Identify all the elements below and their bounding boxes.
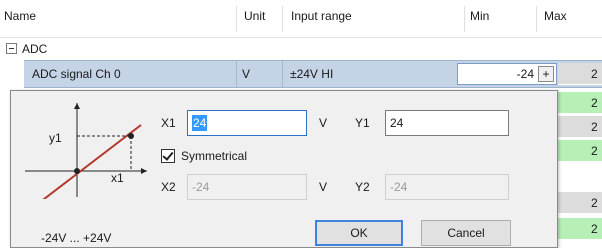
column-header-min[interactable]: Min	[466, 0, 489, 38]
x2-label: X2	[161, 180, 176, 194]
x1-label: X1	[161, 116, 176, 130]
column-divider[interactable]	[236, 6, 237, 32]
collapse-toggle-icon[interactable]	[6, 43, 17, 54]
ok-button[interactable]: OK	[315, 220, 403, 246]
max-cell[interactable]: 2	[558, 92, 602, 114]
min-value-text: -24	[516, 67, 534, 81]
y2-label: Y2	[355, 180, 370, 194]
y1-label: Y1	[355, 116, 370, 130]
max-cell[interactable]	[558, 164, 602, 186]
origin-point	[74, 168, 80, 174]
max-cell[interactable]: 2	[558, 192, 602, 214]
x1-input[interactable]: 24	[187, 110, 307, 136]
range-caption: -24V ... +24V	[41, 231, 112, 245]
cell-divider	[236, 61, 237, 87]
min-value-editor[interactable]: -24 +	[457, 63, 557, 85]
max-cell[interactable]: 2	[558, 116, 602, 138]
max-cell[interactable]: 2	[558, 218, 602, 240]
symmetrical-label[interactable]: Symmetrical	[181, 149, 247, 163]
column-header-input-range[interactable]: Input range	[287, 0, 352, 38]
y1-input[interactable]: 24	[385, 110, 509, 136]
cell-divider	[282, 61, 283, 87]
table-row-selected[interactable]: ADC signal Ch 0 V ±24V HI -24 +	[24, 60, 602, 88]
max-cell[interactable]: 2	[558, 140, 602, 162]
x1-input-value: 24	[192, 115, 208, 131]
x2-input: -24	[187, 174, 307, 200]
column-header-unit[interactable]: Unit	[240, 0, 265, 38]
group-label-adc: ADC	[22, 42, 48, 56]
x1-unit-label: V	[319, 116, 328, 130]
column-divider[interactable]	[464, 6, 465, 32]
cell-unit: V	[242, 67, 251, 81]
diagram-x1-label: x1	[111, 171, 124, 185]
cancel-button[interactable]: Cancel	[421, 220, 511, 246]
x1-y1-point	[128, 133, 134, 139]
cell-input-range[interactable]: ±24V HI	[290, 61, 333, 87]
column-divider[interactable]	[282, 6, 283, 32]
grid-header: Name Unit Input range Min Max	[0, 0, 602, 38]
y2-input: -24	[385, 174, 509, 200]
y-axis-arrow-icon	[74, 103, 80, 109]
x2-unit-label: V	[319, 180, 328, 194]
column-header-max[interactable]: Max	[540, 0, 567, 38]
x-axis-arrow-icon	[141, 168, 147, 174]
expand-editor-button[interactable]: +	[538, 66, 554, 82]
max-cell[interactable]: 2	[558, 63, 602, 85]
symmetrical-checkbox[interactable]	[161, 149, 175, 163]
column-divider[interactable]	[536, 6, 537, 32]
scaling-diagram	[25, 103, 147, 199]
scaling-dialog: y1 x1 -24V ... +24V X1 24 V Y1 24 Symmet…	[10, 90, 558, 248]
column-header-name[interactable]: Name	[0, 0, 36, 38]
cell-name: ADC signal Ch 0	[32, 67, 121, 81]
diagram-y1-label: y1	[49, 131, 62, 145]
